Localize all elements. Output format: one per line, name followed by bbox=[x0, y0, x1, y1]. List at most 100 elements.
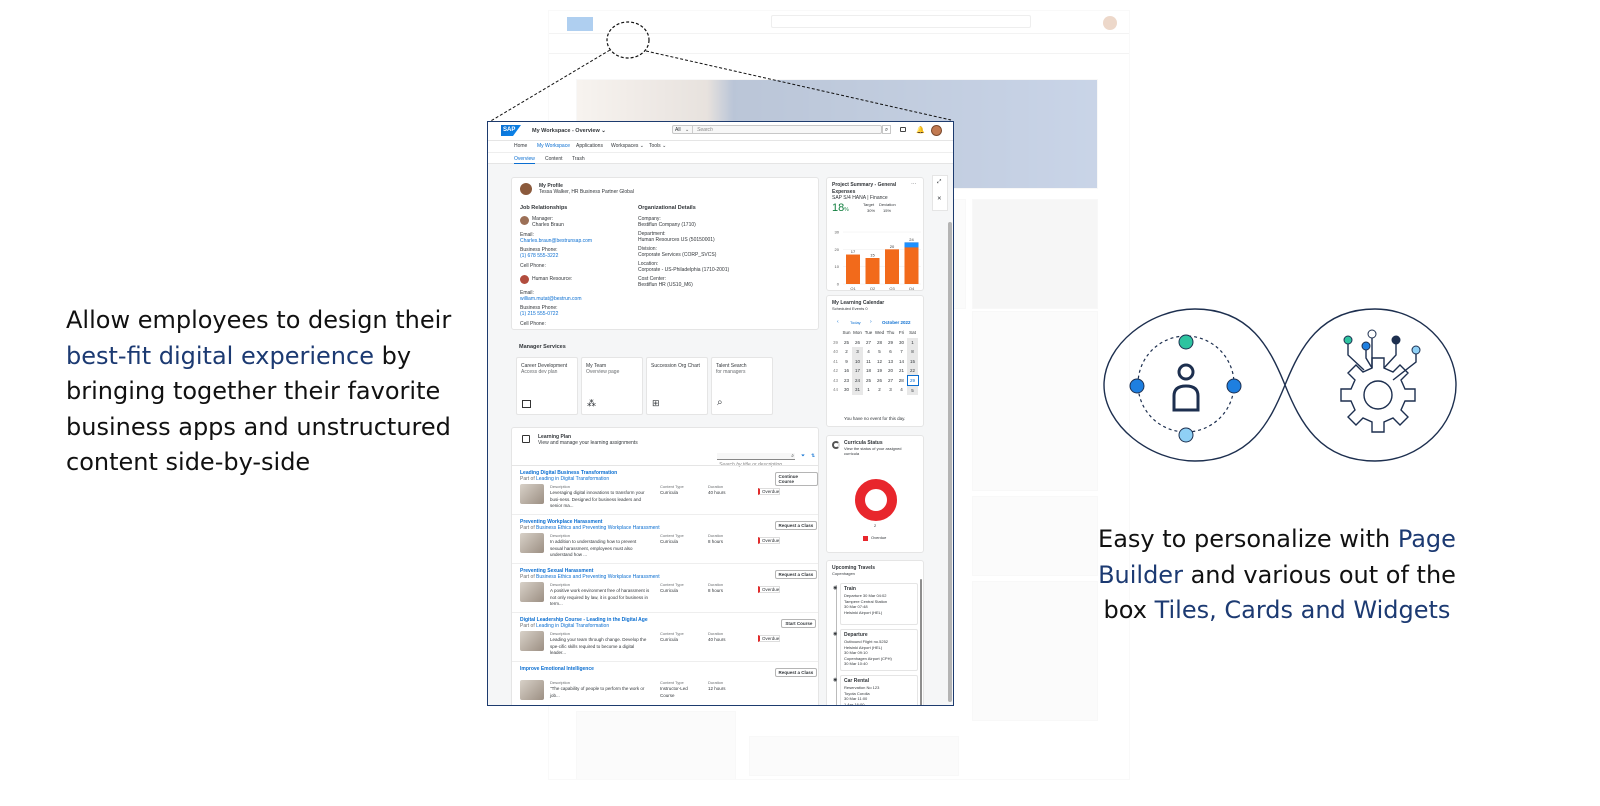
calendar-day[interactable]: 15 bbox=[907, 356, 918, 366]
page-scrollbar[interactable] bbox=[948, 222, 952, 702]
nav-my-workspace[interactable]: My Workspace bbox=[537, 143, 570, 150]
search-scope-select[interactable]: All bbox=[675, 127, 681, 134]
calendar-day[interactable]: 28 bbox=[896, 376, 907, 386]
calendar-day[interactable]: 13 bbox=[885, 357, 896, 367]
learning-action-button[interactable]: Request a Class bbox=[774, 570, 818, 579]
calendar-day[interactable]: 5 bbox=[874, 347, 885, 357]
calendar-day[interactable]: 20 bbox=[885, 366, 896, 376]
calendar-day[interactable]: 25 bbox=[841, 338, 852, 348]
hr-phone-link[interactable]: (1) 215 555-0722 bbox=[520, 311, 558, 318]
more-icon[interactable]: ⋯ bbox=[911, 182, 917, 189]
learning-item-part: Part of bbox=[520, 525, 535, 531]
calendar-day[interactable]: 14 bbox=[896, 357, 907, 367]
learning-item-parent-link[interactable]: Leading in Digital Transformation bbox=[536, 476, 609, 483]
nav-applications[interactable]: Applications bbox=[576, 143, 603, 150]
calendar-day[interactable]: 9 bbox=[841, 357, 852, 367]
learning-action-button[interactable]: Start Course bbox=[781, 619, 817, 628]
sort-icon[interactable]: ⇅ bbox=[811, 453, 815, 460]
travel-item[interactable]: Car Rental Reservation No 123 Toyota Corol… bbox=[840, 675, 918, 705]
calendar-day[interactable]: 2 bbox=[874, 385, 885, 395]
calendar-day[interactable]: 4 bbox=[896, 385, 907, 395]
tile-talent-search[interactable]: Talent Search for managers ⌕ bbox=[711, 357, 773, 415]
calendar-day[interactable]: 2 bbox=[841, 347, 852, 357]
calendar-day[interactable]: 31 bbox=[852, 385, 863, 395]
sap-logo[interactable]: SAP bbox=[501, 125, 521, 136]
calendar-day[interactable]: 11 bbox=[863, 357, 874, 367]
calendar-day[interactable]: 16 bbox=[841, 366, 852, 376]
calendar-day[interactable]: 5 bbox=[907, 385, 918, 395]
calendar-day[interactable]: 27 bbox=[863, 338, 874, 348]
calendar-day[interactable]: 18 bbox=[863, 366, 874, 376]
gear-node-light bbox=[1411, 345, 1421, 355]
calendar-day[interactable]: 24 bbox=[852, 375, 863, 385]
manager-phone-link[interactable]: (1) 678 555-3222 bbox=[520, 253, 558, 260]
calendar-day[interactable]: 1 bbox=[907, 337, 918, 347]
right-text-pre: Easy to personalize with bbox=[1098, 525, 1398, 553]
calendar-day[interactable]: 30 bbox=[841, 385, 852, 395]
calendar-day[interactable]: 8 bbox=[907, 347, 918, 357]
calendar-day[interactable]: 10 bbox=[852, 356, 863, 366]
manager-email-link[interactable]: Charles.braun@bestrunsap.com bbox=[520, 238, 592, 245]
learning-item-parent-link[interactable]: Leading in Digital Transformation bbox=[536, 623, 609, 630]
calendar-day[interactable]: 25 bbox=[863, 376, 874, 386]
bell-icon[interactable]: 🔔 bbox=[916, 126, 925, 134]
calendar-day[interactable]: 6 bbox=[885, 347, 896, 357]
tile-succession-org-chart[interactable]: Succession Org Chart ⊞ bbox=[646, 357, 708, 415]
calendar-day[interactable]: 12 bbox=[874, 357, 885, 367]
calendar-day[interactable]: 7 bbox=[896, 347, 907, 357]
calendar-day[interactable]: 21 bbox=[896, 366, 907, 376]
calendar-day[interactable]: 26 bbox=[874, 376, 885, 386]
avatar[interactable] bbox=[931, 125, 942, 136]
learning-search-input[interactable]: Search by title or description ⌕ bbox=[717, 453, 795, 468]
notes-icon[interactable] bbox=[900, 127, 906, 132]
travel-item[interactable]: Departure Outbound Flight no.5252 Helsinki… bbox=[840, 629, 918, 671]
calendar-day[interactable]: 1 bbox=[863, 385, 874, 395]
calendar-day[interactable]: 19 bbox=[874, 366, 885, 376]
nav-tools[interactable]: Tools ⌄ bbox=[649, 143, 666, 150]
learning-action-button[interactable]: Request a Class bbox=[774, 521, 818, 530]
learning-item-title[interactable]: Improve Emotional Intelligence bbox=[520, 666, 594, 673]
calendar-day[interactable]: 28 bbox=[874, 338, 885, 348]
today-button[interactable]: Today bbox=[850, 320, 861, 327]
search-icon[interactable]: ⌕ bbox=[882, 125, 891, 134]
search-field[interactable]: All ⌄ Search bbox=[672, 125, 882, 134]
calendar-day[interactable]: 3 bbox=[852, 347, 863, 357]
calendar-day[interactable]: 23 bbox=[841, 376, 852, 386]
learning-thumbnail bbox=[520, 533, 544, 553]
travel-item[interactable]: Train Departure 30 Mar 04:02 Tampere Centr… bbox=[840, 583, 918, 625]
curricula-status-card: Curricula Status View the status of your… bbox=[826, 435, 924, 553]
search-input[interactable]: Search bbox=[697, 127, 713, 134]
tab-overview[interactable]: Overview bbox=[514, 156, 535, 164]
calendar-day[interactable]: 30 bbox=[896, 338, 907, 348]
learning-item-parent-link[interactable]: Business Ethics and Preventing Workplace… bbox=[536, 525, 660, 532]
nav-workspaces[interactable]: Workspaces ⌄ bbox=[611, 143, 644, 150]
calendar-day[interactable]: 29 bbox=[906, 375, 919, 386]
filter-icon[interactable]: ⏷ bbox=[801, 453, 805, 460]
learning-item-desc: A positive work environment free of hara… bbox=[550, 588, 650, 606]
learning-action-button[interactable]: Request a Class bbox=[774, 668, 818, 677]
month-label[interactable]: October 2022 bbox=[882, 320, 911, 327]
chevron-right-icon[interactable]: › bbox=[870, 319, 872, 326]
tab-content[interactable]: Content bbox=[545, 156, 563, 163]
learning-action-button[interactable]: Continue Course bbox=[774, 472, 818, 486]
calendar-day[interactable]: 22 bbox=[907, 366, 918, 376]
y-tick-label: 10 bbox=[835, 264, 840, 269]
travel-step-icon: ◉ bbox=[833, 631, 838, 637]
nav-home[interactable]: Home bbox=[514, 143, 527, 150]
close-icon[interactable]: ✕ bbox=[937, 196, 942, 203]
calendar-day[interactable]: 27 bbox=[885, 376, 896, 386]
tile-career-development[interactable]: Career Development Access dev plan bbox=[516, 357, 578, 415]
tile-my-team[interactable]: My Team Overview page ⁂ bbox=[581, 357, 643, 415]
calendar-day[interactable]: 3 bbox=[885, 385, 896, 395]
calendar-day[interactable]: 4 bbox=[863, 347, 874, 357]
chevron-left-icon[interactable]: ‹ bbox=[837, 319, 839, 326]
learning-item-parent-link[interactable]: Business Ethics and Preventing Workplace… bbox=[536, 574, 660, 581]
tab-trash[interactable]: Trash bbox=[572, 156, 585, 163]
page-title[interactable]: My Workspace - Overview ⌄ bbox=[532, 128, 606, 135]
calendar-day[interactable]: 26 bbox=[852, 338, 863, 348]
calendar-day[interactable]: 17 bbox=[852, 366, 863, 376]
calendar-day[interactable]: 29 bbox=[885, 338, 896, 348]
travel-scrollbar[interactable] bbox=[920, 579, 922, 705]
expand-icon[interactable]: ⤢ bbox=[937, 179, 941, 186]
hr-email-link[interactable]: william.mutat@bestrun.com bbox=[520, 296, 581, 303]
